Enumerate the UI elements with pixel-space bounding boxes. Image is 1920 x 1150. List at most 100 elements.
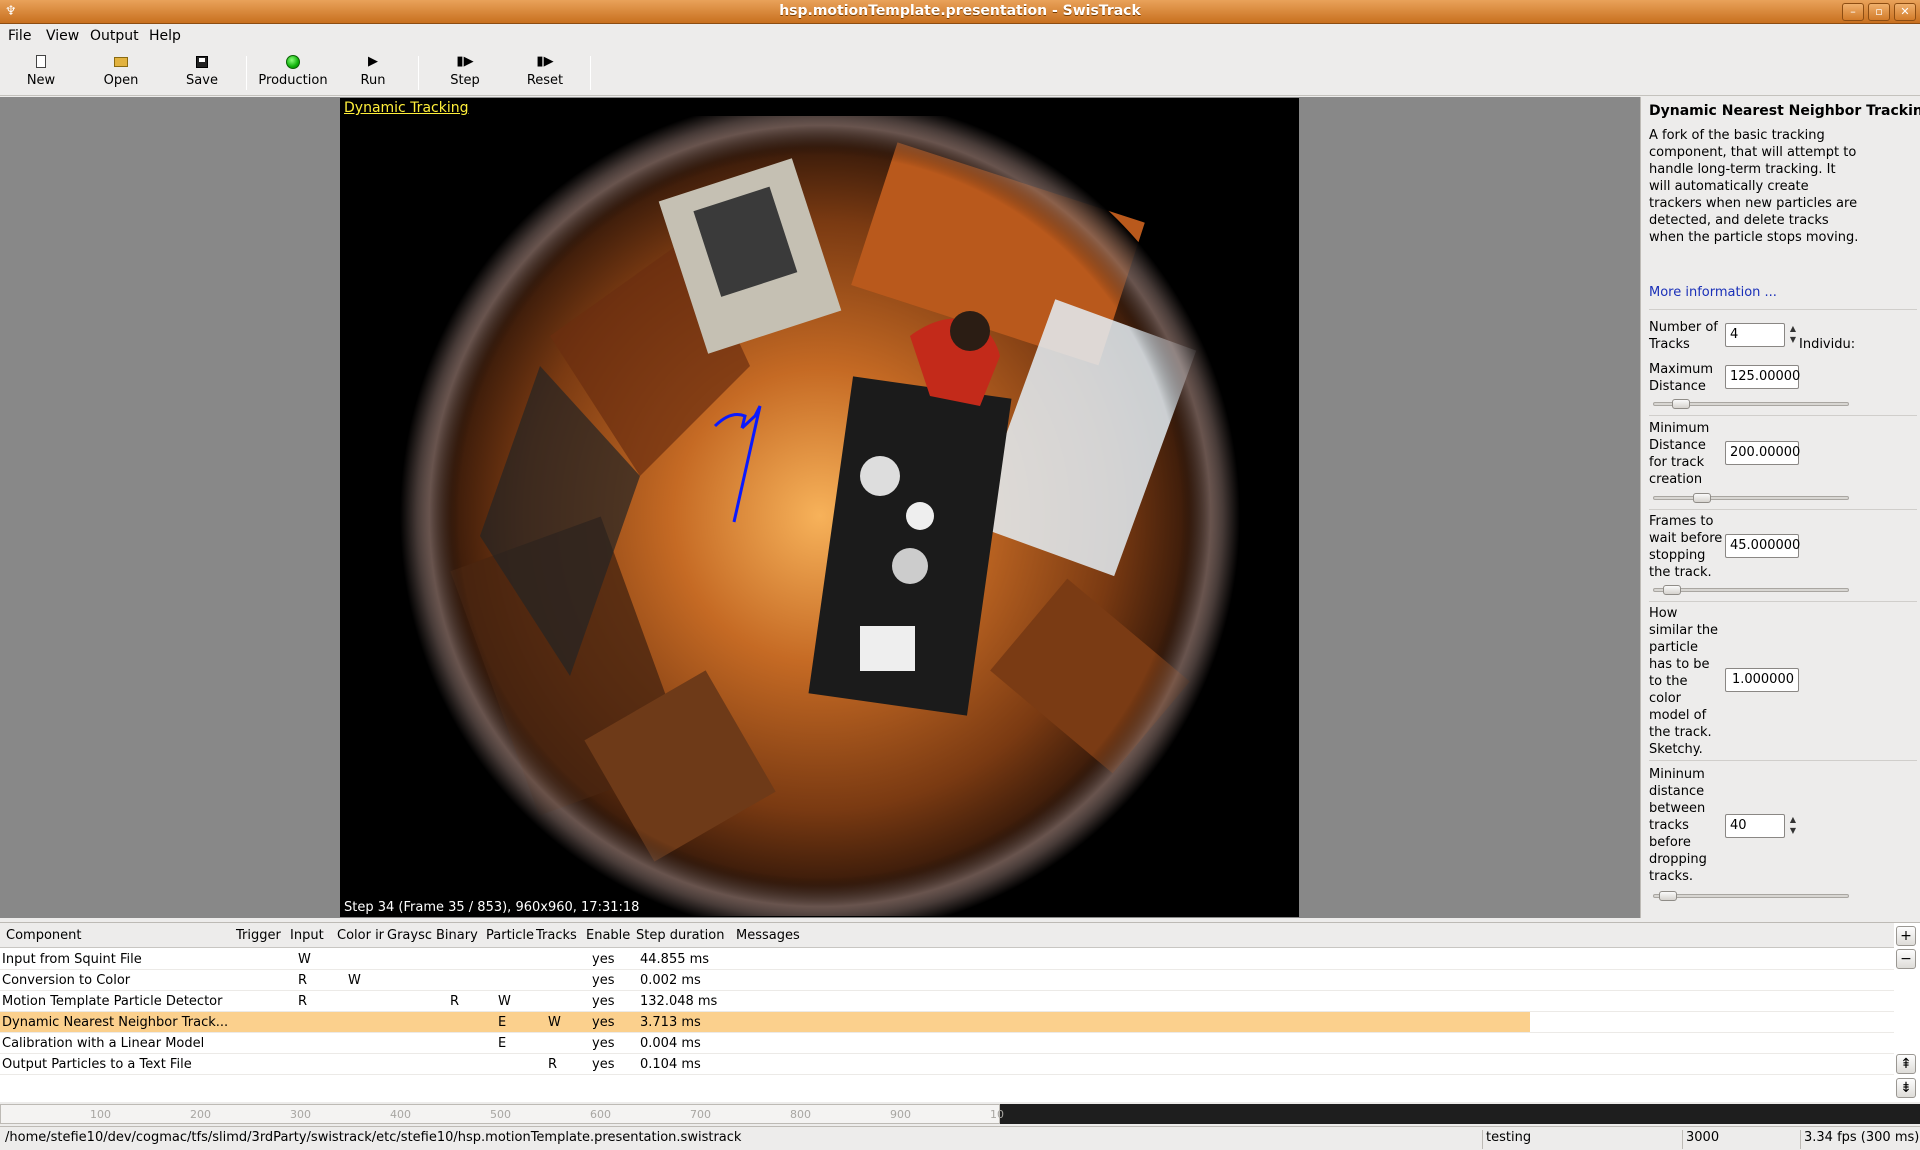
new-button[interactable]: New bbox=[6, 53, 76, 93]
close-icon[interactable]: ✕ bbox=[1894, 3, 1916, 21]
table-header: Component Trigger Input Color ir Graysc … bbox=[0, 923, 1894, 948]
col-grayscale[interactable]: Graysc bbox=[387, 928, 432, 943]
min-distance-drop-input[interactable]: 40 bbox=[1725, 814, 1785, 838]
timeline-tick: 100 bbox=[90, 1108, 111, 1121]
timeline-bar[interactable]: 100 200 300 400 500 600 700 800 900 10 bbox=[0, 1104, 1920, 1124]
num-tracks-input[interactable]: 4 bbox=[1725, 323, 1785, 347]
more-information-link[interactable]: More information ... bbox=[1649, 285, 1777, 300]
cell-enable: yes bbox=[592, 1057, 615, 1072]
num-tracks-spinner[interactable]: ▲ ▼ bbox=[1787, 323, 1799, 347]
open-button-label: Open bbox=[103, 73, 139, 88]
col-tracks[interactable]: Tracks bbox=[536, 928, 577, 943]
divider bbox=[1649, 509, 1917, 510]
save-icon bbox=[167, 53, 237, 71]
menu-file[interactable]: File bbox=[8, 28, 31, 44]
title-bar: ♆ hsp.motionTemplate.presentation - Swis… bbox=[0, 0, 1920, 24]
max-distance-slider[interactable] bbox=[1653, 399, 1849, 409]
save-button-label: Save bbox=[186, 73, 218, 88]
open-button[interactable]: Open bbox=[86, 53, 156, 93]
cell-step-duration: 0.004 ms bbox=[640, 1036, 701, 1051]
similarity-input[interactable]: 1.000000 bbox=[1725, 668, 1799, 692]
components-table: Component Trigger Input Color ir Graysc … bbox=[0, 922, 1920, 1102]
move-up-icon[interactable]: ⇞ bbox=[1896, 1054, 1916, 1074]
cell-enable: yes bbox=[592, 952, 615, 967]
slider-knob[interactable] bbox=[1693, 493, 1712, 503]
cell-component: Motion Template Particle Detector bbox=[2, 994, 223, 1009]
col-component[interactable]: Component bbox=[6, 928, 81, 943]
status-path: /home/stefie10/dev/cogmac/tfs/slimd/3rdP… bbox=[5, 1130, 742, 1145]
move-down-icon[interactable]: ⇟ bbox=[1896, 1078, 1916, 1098]
status-fps: 3.34 fps (300 ms) bbox=[1800, 1130, 1920, 1149]
divider bbox=[1649, 415, 1917, 416]
frames-to-wait-input[interactable]: 45.000000 bbox=[1725, 534, 1800, 558]
production-led-icon bbox=[258, 53, 328, 71]
run-button[interactable]: ▶ Run bbox=[338, 53, 408, 93]
timeline-tick: 200 bbox=[190, 1108, 211, 1121]
table-row[interactable]: Conversion to Color R Wyes 0.002 ms bbox=[0, 970, 1894, 991]
step-button[interactable]: ▮▶ Step bbox=[430, 53, 500, 93]
col-trigger[interactable]: Trigger bbox=[236, 928, 281, 943]
col-step-duration[interactable]: Step duration bbox=[636, 928, 724, 943]
slider-knob[interactable] bbox=[1671, 399, 1690, 409]
timeline-tick: 300 bbox=[290, 1108, 311, 1121]
table-row[interactable]: Input from Squint File Wyes 44.855 ms bbox=[0, 949, 1894, 970]
max-distance-input[interactable]: 125.00000 bbox=[1725, 365, 1800, 389]
run-button-label: Run bbox=[360, 73, 386, 88]
col-enable[interactable]: Enable bbox=[586, 928, 630, 943]
min-distance-drop-slider[interactable] bbox=[1653, 891, 1849, 901]
video-display[interactable]: Dynamic Tracking Step 34 (Frame 35 / 853… bbox=[340, 98, 1299, 917]
reset-button[interactable]: ▮▶ Reset bbox=[510, 53, 580, 93]
menu-help[interactable]: Help bbox=[149, 28, 181, 44]
timeline-tick: 600 bbox=[590, 1108, 611, 1121]
slider-knob[interactable] bbox=[1662, 585, 1681, 595]
min-distance-creation-input[interactable]: 200.00000 bbox=[1725, 441, 1800, 465]
status-port: 3000 bbox=[1682, 1130, 1800, 1149]
add-component-button[interactable]: + bbox=[1896, 926, 1916, 946]
toolbar: New Open Save Production ▶ Run ▮▶ Step ▮… bbox=[0, 48, 1920, 96]
cell-enable: yes bbox=[592, 973, 615, 988]
cell-step-duration: 44.855 ms bbox=[640, 952, 710, 967]
fisheye-camera-image bbox=[400, 116, 1240, 916]
table-row[interactable]: Motion Template Particle Detector R R Wyes 1… bbox=[0, 991, 1894, 1012]
display-area: Dynamic Tracking Step 34 (Frame 35 / 853… bbox=[0, 97, 1640, 918]
max-distance-label: Maximum Distance bbox=[1649, 362, 1714, 394]
table-row[interactable]: Calibration with a Linear Model Eyes 0.004… bbox=[0, 1033, 1894, 1054]
similarity-label: How similar the particle has to be to th… bbox=[1649, 606, 1719, 757]
min-distance-drop-spinner[interactable]: ▲ ▼ bbox=[1787, 814, 1799, 838]
display-output-link[interactable]: Dynamic Tracking bbox=[344, 100, 468, 116]
step-icon: ▮▶ bbox=[456, 54, 474, 69]
col-messages[interactable]: Messages bbox=[736, 928, 800, 943]
frames-to-wait-slider[interactable] bbox=[1653, 585, 1849, 595]
table-row[interactable]: Output Particles to a Text File Ryes 0.104… bbox=[0, 1054, 1894, 1075]
component-config-panel: Dynamic Nearest Neighbor Tracking A fork… bbox=[1640, 97, 1920, 918]
timeline-tick: 400 bbox=[390, 1108, 411, 1121]
cell-step-duration: 0.104 ms bbox=[640, 1057, 701, 1072]
minimize-icon[interactable]: – bbox=[1842, 3, 1864, 21]
cell-input: W bbox=[298, 952, 311, 967]
cell-color: W bbox=[348, 973, 361, 988]
min-distance-creation-label: Minimum Distance for track creation bbox=[1649, 421, 1710, 487]
cell-enable: yes bbox=[592, 994, 615, 1009]
cell-step-duration: 3.713 ms bbox=[640, 1015, 701, 1030]
col-binary[interactable]: Binary bbox=[436, 928, 478, 943]
production-button[interactable]: Production bbox=[258, 53, 328, 93]
min-distance-creation-slider[interactable] bbox=[1653, 493, 1849, 503]
step-info: Step 34 (Frame 35 / 853), 960x960, 17:31… bbox=[344, 900, 640, 915]
cell-step-duration: 0.002 ms bbox=[640, 973, 701, 988]
save-button[interactable]: Save bbox=[167, 53, 237, 93]
table-row[interactable]: Dynamic Nearest Neighbor Track... E Wyes 3.… bbox=[0, 1012, 1894, 1033]
cell-input: R bbox=[298, 994, 308, 1009]
status-bar: /home/stefie10/dev/cogmac/tfs/slimd/3rdP… bbox=[0, 1126, 1920, 1150]
col-input[interactable]: Input bbox=[290, 928, 324, 943]
production-button-label: Production bbox=[258, 73, 328, 88]
menu-output[interactable]: Output bbox=[90, 28, 139, 44]
timeline-tick: 10 bbox=[990, 1108, 1004, 1121]
slider-knob[interactable] bbox=[1659, 891, 1678, 901]
menu-view[interactable]: View bbox=[46, 28, 79, 44]
num-tracks-suffix: Individu: bbox=[1799, 337, 1856, 352]
col-particle[interactable]: Particle bbox=[486, 928, 534, 943]
remove-component-button[interactable]: − bbox=[1896, 949, 1916, 969]
toolbar-separator bbox=[590, 56, 591, 90]
maximize-icon[interactable]: ▫ bbox=[1868, 3, 1890, 21]
col-color[interactable]: Color ir bbox=[337, 928, 384, 943]
